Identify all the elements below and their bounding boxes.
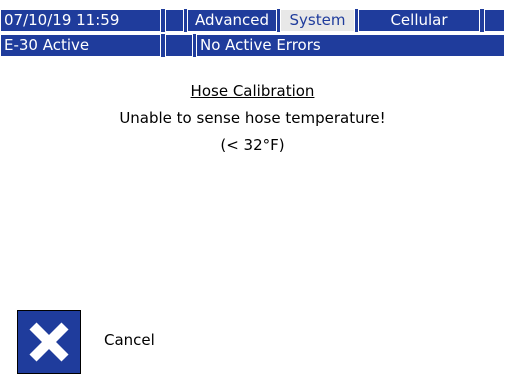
tab-cellular[interactable]: Cellular (358, 9, 480, 32)
error-indicator (165, 34, 193, 57)
error-status: No Active Errors (196, 34, 505, 57)
x-icon (29, 322, 69, 362)
status-indicator (165, 9, 184, 32)
cancel-button[interactable] (17, 310, 81, 374)
dialog-message: Unable to sense hose temperature! (119, 109, 386, 127)
tab-more[interactable] (484, 9, 505, 32)
tab-advanced[interactable]: Advanced (187, 9, 277, 32)
tab-system[interactable]: System (280, 9, 355, 32)
dialog-detail: (< 32°F) (220, 136, 285, 154)
cancel-label: Cancel (104, 331, 155, 349)
status-bar: 07/10/19 11:59 Advanced System Cellular (0, 9, 505, 32)
mode-status: E-30 Active (0, 34, 161, 57)
dialog-title: Hose Calibration (0, 82, 505, 100)
datetime-display: 07/10/19 11:59 (0, 9, 161, 32)
dialog-title-text: Hose Calibration (190, 82, 315, 100)
alert-bar: E-30 Active No Active Errors (0, 34, 505, 57)
